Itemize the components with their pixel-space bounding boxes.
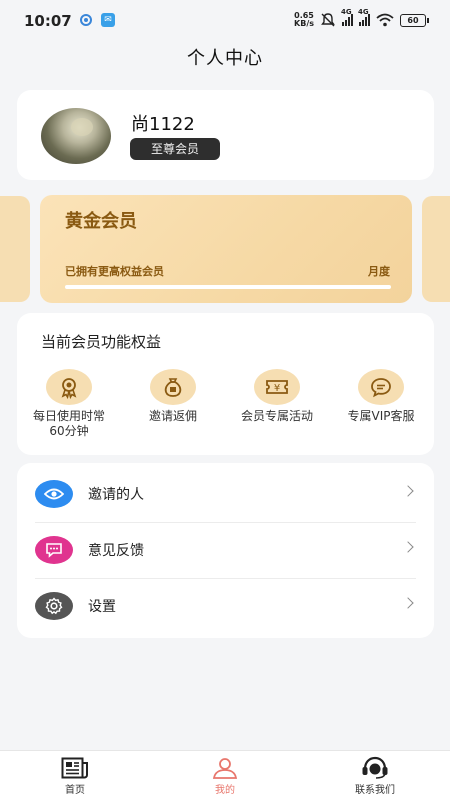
money-bag-icon: [164, 378, 182, 397]
benefit-label: 每日使用时常 60分钟: [17, 409, 121, 439]
benefit-label-line1: 每日使用时常: [32, 409, 105, 423]
benefits-card: 当前会员功能权益 每日使用时常 60分钟 邀请返佣 ¥ 会员专属活动 专属VIP…: [17, 313, 434, 455]
member-level-badge: 至尊会员: [130, 138, 220, 160]
membership-card-subtitle: 已拥有更高权益会员: [65, 265, 164, 278]
svg-text:¥: ¥: [274, 383, 280, 394]
menu-item-settings[interactable]: 设置: [35, 578, 416, 634]
status-right-group: 0.65 KB/s 4G 4G 60: [294, 8, 429, 30]
chat-bubble-icon: [371, 378, 391, 398]
network-speed: 0.65 KB/s: [294, 12, 314, 28]
benefit-item-vip-service[interactable]: 专属VIP客服: [329, 369, 433, 424]
signal-icon-1: 4G: [341, 8, 353, 26]
menu-item-label: 设置: [88, 599, 116, 615]
menu-item-invited-people[interactable]: 邀请的人: [35, 466, 416, 522]
bell-muted-icon: [321, 13, 335, 27]
signal-label-2: 4G: [358, 8, 369, 16]
benefit-label: 会员专属活动: [225, 409, 329, 424]
wifi-icon: [376, 13, 394, 27]
benefit-icon-bg: ¥: [254, 369, 300, 405]
nav-label: 首页: [65, 785, 85, 796]
membership-card-next[interactable]: [422, 196, 450, 302]
status-time: 10:07: [24, 12, 72, 30]
person-icon: [212, 758, 238, 779]
benefit-icon-bg: [46, 369, 92, 405]
menu-item-label: 意见反馈: [88, 543, 144, 559]
benefit-icon-bg: [358, 369, 404, 405]
nav-icon: [61, 757, 89, 779]
headset-icon: [362, 756, 388, 779]
nav-item-home[interactable]: 首页: [35, 757, 115, 796]
benefit-label: 邀请返佣: [121, 409, 225, 424]
username: 尚1122: [131, 114, 195, 135]
nav-icon: [361, 756, 389, 779]
membership-progress-fill: [65, 285, 391, 289]
chevron-right-icon: [402, 541, 414, 553]
app-notification-icon: ✉: [101, 13, 115, 27]
nav-item-contact[interactable]: 联系我们: [335, 756, 415, 796]
profile-card[interactable]: 尚1122 至尊会员: [17, 90, 434, 180]
nav-label: 联系我们: [355, 785, 395, 796]
menu-card: 邀请的人 意见反馈 设置: [17, 463, 434, 638]
benefit-item-referral[interactable]: 邀请返佣: [121, 369, 225, 424]
ticket-icon: ¥: [266, 380, 288, 394]
menu-icon-bg: [35, 592, 73, 620]
gear-icon: [45, 597, 63, 615]
medal-icon: [61, 378, 77, 399]
bottom-nav: 首页 我的 联系我们: [0, 750, 450, 801]
signal-icon-2: 4G: [358, 8, 370, 26]
benefits-title: 当前会员功能权益: [41, 333, 162, 351]
status-bar: 10:07 ✉ 0.65 KB/s 4G 4G 60: [0, 0, 450, 40]
chevron-right-icon: [402, 597, 414, 609]
signal-label-1: 4G: [341, 8, 352, 16]
benefit-label-line1: 邀请返佣: [148, 409, 197, 423]
benefit-label: 专属VIP客服: [329, 409, 433, 424]
benefit-label-line1: 专属VIP客服: [347, 409, 415, 423]
avatar[interactable]: [41, 108, 111, 164]
benefit-label-line2: 60分钟: [49, 424, 89, 438]
eye-icon: [44, 488, 64, 500]
nav-item-mine[interactable]: 我的: [185, 757, 265, 796]
nav-label: 我的: [215, 785, 235, 796]
message-icon: [46, 543, 62, 558]
benefit-icon-bg: [150, 369, 196, 405]
menu-icon-bg: [35, 480, 73, 508]
chevron-right-icon: [402, 485, 414, 497]
menu-icon-bg: [35, 536, 73, 564]
page-title: 个人中心: [187, 48, 263, 69]
membership-progress-track: [65, 285, 391, 289]
membership-card-prev[interactable]: [0, 196, 30, 302]
benefit-item-member-events[interactable]: ¥ 会员专属活动: [225, 369, 329, 424]
benefit-item-daily-time[interactable]: 每日使用时常 60分钟: [17, 369, 121, 439]
membership-card-gold[interactable]: 黄金会员 已拥有更高权益会员 月度: [40, 195, 412, 303]
network-speed-unit: KB/s: [294, 19, 314, 28]
menu-item-label: 邀请的人: [88, 487, 144, 503]
battery-icon: 60: [400, 13, 429, 27]
nav-icon: [211, 757, 239, 779]
benefit-label-line1: 会员专属活动: [240, 409, 313, 423]
membership-card-period: 月度: [368, 265, 390, 278]
menu-item-feedback[interactable]: 意见反馈: [35, 522, 416, 578]
newspaper-icon: [61, 757, 88, 779]
membership-card-title: 黄金会员: [65, 211, 137, 232]
notification-icon: [80, 14, 92, 26]
